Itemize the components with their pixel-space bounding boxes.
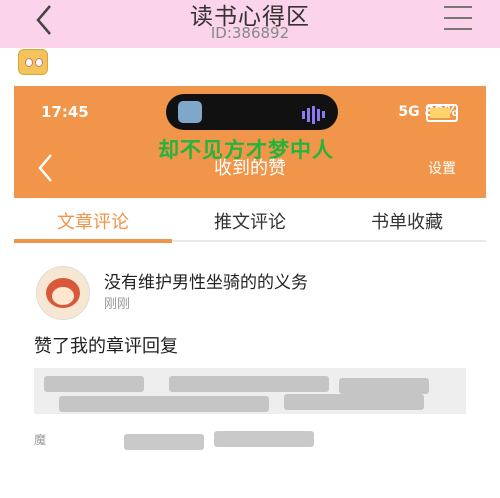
blurred-comment-line	[34, 416, 466, 466]
inner-page-title: 收到的赞	[214, 158, 286, 179]
avatar[interactable]	[36, 266, 90, 320]
battery-icon	[426, 104, 458, 122]
top-bar: 读书心得区 ID:386892	[0, 0, 500, 48]
timestamp: 刚刚	[104, 297, 131, 312]
like-action-text: 赞了我的章评回复	[34, 336, 178, 357]
thread-id: ID:386892	[210, 24, 290, 42]
tab-underline	[14, 239, 486, 243]
tab-article-comments[interactable]: 文章评论	[18, 208, 168, 234]
signal-icon: 5G	[398, 104, 425, 120]
tab-post-comments[interactable]: 推文评论	[175, 208, 325, 234]
menu-icon[interactable]	[444, 6, 472, 32]
blurred-comment	[34, 368, 466, 414]
status-time: 17:45	[41, 103, 89, 121]
embedded-screenshot: 17:45 5G 89% 却不见方才梦中人 收到的赞 设置 文章评论 推文评论 …	[14, 86, 486, 498]
audio-wave-icon	[302, 104, 327, 124]
tabs: 文章评论 推文评论 书单收藏	[14, 198, 486, 244]
orange-header: 17:45 5G 89% 却不见方才梦中人 收到的赞 设置	[14, 86, 486, 198]
emoji-sticker-icon	[18, 49, 48, 75]
settings-button[interactable]: 设置	[428, 158, 456, 178]
album-art-icon	[178, 101, 202, 123]
tab-booklist-favorites[interactable]: 书单收藏	[332, 208, 482, 234]
dynamic-island	[166, 94, 338, 130]
footer-fragment: 魔	[34, 433, 47, 447]
username[interactable]: 没有维护男性坐骑的的义务	[104, 268, 308, 293]
